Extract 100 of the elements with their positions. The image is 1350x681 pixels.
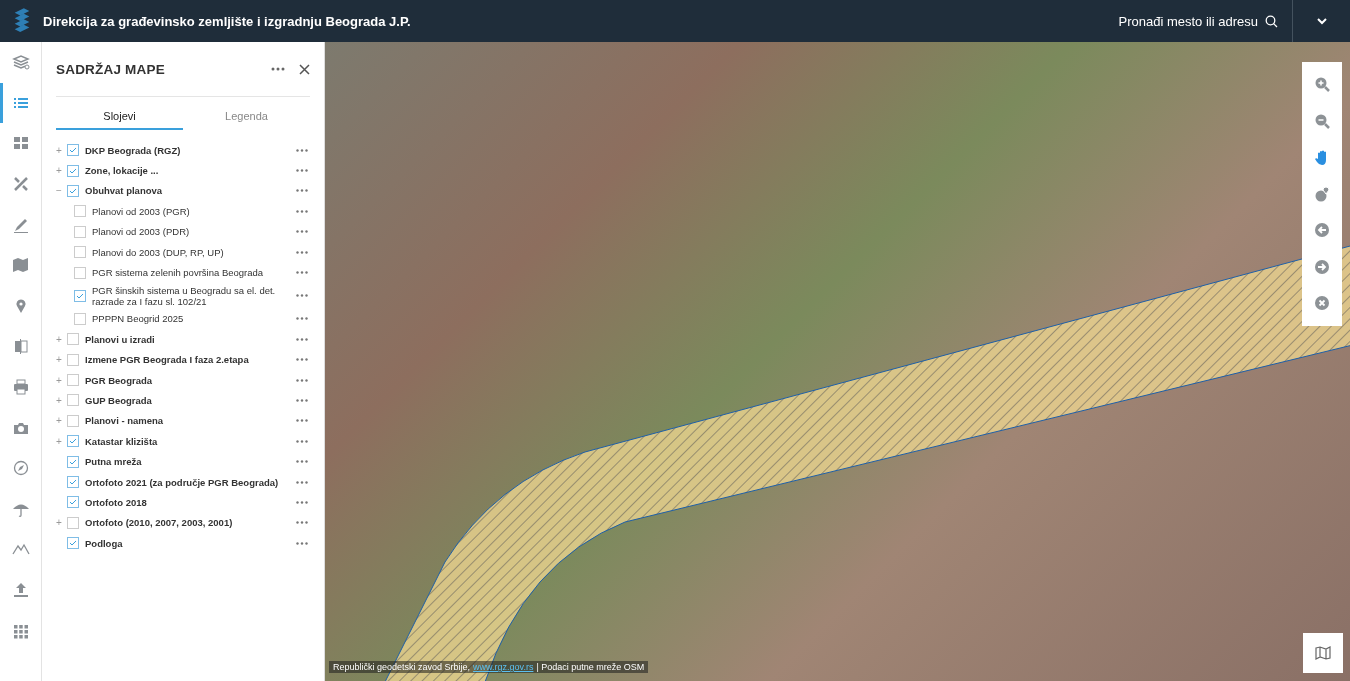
- more-options-button[interactable]: [294, 248, 310, 256]
- layer-label: Ortofoto 2021 (za područje PGR Beograda): [85, 475, 280, 490]
- layers-icon: [11, 53, 30, 72]
- layer-checkbox[interactable]: [67, 435, 79, 448]
- close-circle-icon: [1314, 295, 1330, 312]
- attribution-link[interactable]: www.rgz.gov.rs: [473, 662, 534, 672]
- more-options-button[interactable]: [294, 187, 310, 195]
- more-options-button[interactable]: [294, 315, 310, 323]
- more-options-button[interactable]: [294, 376, 310, 384]
- layer-checkbox[interactable]: [67, 516, 79, 529]
- basemap-button[interactable]: [1303, 633, 1343, 673]
- compass-icon: [11, 459, 30, 478]
- layer-label: GUP Beograda: [85, 394, 153, 408]
- map-icon: [1315, 646, 1331, 660]
- upload-icon: [11, 581, 30, 599]
- expand-toggle[interactable]: +: [56, 395, 62, 406]
- more-icon: [296, 358, 308, 362]
- expand-toggle[interactable]: +: [56, 435, 62, 447]
- more-options-button[interactable]: [294, 292, 310, 300]
- layer-label: Planovi od 2003 (PGR): [92, 204, 191, 219]
- app-title: Direkcija za građevinsko zemljište i izgradnju Beograda J.P.: [43, 13, 411, 29]
- layer-label: Planovi - namena: [85, 414, 165, 429]
- layer-checkbox[interactable]: [67, 333, 79, 346]
- zoom-out-icon: [1314, 112, 1330, 129]
- panel-tab[interactable]: Slojevi: [56, 105, 183, 130]
- expand-toggle[interactable]: +: [56, 354, 62, 366]
- more-options-button[interactable]: [294, 498, 310, 506]
- search-button[interactable]: Pronađi mesto ili adresu: [1104, 0, 1292, 42]
- more-options-button[interactable]: [294, 335, 310, 343]
- more-icon[interactable]: [271, 67, 285, 71]
- layer-checkbox[interactable]: [74, 225, 86, 238]
- panel-title: SADRŽAJ MAPE: [56, 61, 166, 77]
- more-options-button[interactable]: [294, 269, 310, 277]
- check-icon: [69, 438, 77, 445]
- more-icon: [296, 317, 308, 321]
- more-options-button[interactable]: [294, 519, 310, 527]
- layer-label: Podloga: [85, 536, 124, 551]
- layer-checkbox[interactable]: [67, 164, 79, 177]
- layer-label: Planovi u izradi: [85, 332, 156, 347]
- layer-label: Izmene PGR Beograda I faza 2.etapa: [85, 353, 250, 368]
- more-options-button[interactable]: [294, 397, 310, 404]
- attribution-text: Republički geodetski zavod Srbije,: [333, 662, 471, 672]
- more-options-button[interactable]: [294, 228, 310, 236]
- layer-label: DKP Beograda (RGZ): [85, 143, 182, 158]
- more-icon: [296, 294, 308, 298]
- more-options-button[interactable]: [294, 356, 310, 364]
- layer-checkbox[interactable]: [67, 144, 79, 157]
- layer-checkbox[interactable]: [67, 455, 79, 468]
- more-options-button[interactable]: [294, 146, 310, 154]
- layer-checkbox[interactable]: [74, 205, 86, 218]
- more-options-button[interactable]: [294, 478, 310, 486]
- search-icon: [1265, 14, 1278, 28]
- layer-label: PGR Beograda: [85, 373, 154, 388]
- more-options-button[interactable]: [294, 458, 310, 466]
- expand-toggle[interactable]: +: [56, 333, 62, 345]
- map-view[interactable]: Republički geodetski zavod Srbije, www.rgz.gov.rs | Podaci putne mreže OSM: [325, 42, 1350, 681]
- more-icon: [296, 500, 308, 504]
- layer-checkbox[interactable]: [67, 496, 79, 509]
- more-options-button[interactable]: [294, 539, 310, 547]
- more-options-button[interactable]: [294, 167, 310, 175]
- expand-toggle[interactable]: +: [56, 165, 62, 177]
- more-icon: [296, 541, 308, 545]
- check-icon: [69, 147, 77, 154]
- expand-toggle[interactable]: +: [56, 415, 62, 427]
- more-options-button[interactable]: [294, 207, 310, 215]
- chevron-down-icon: [1316, 17, 1327, 25]
- layer-checkbox[interactable]: [74, 266, 86, 279]
- expand-toggle[interactable]: +: [56, 144, 62, 156]
- layer-checkbox[interactable]: [67, 537, 79, 550]
- layer-checkbox[interactable]: [74, 312, 86, 325]
- close-icon[interactable]: [299, 63, 310, 75]
- layer-checkbox[interactable]: [74, 246, 86, 259]
- layer-checkbox[interactable]: [67, 353, 79, 366]
- layer-checkbox[interactable]: [67, 476, 79, 489]
- panel-tab[interactable]: Legenda: [183, 105, 310, 130]
- more-icon: [296, 480, 308, 484]
- more-options-button[interactable]: [294, 437, 310, 445]
- more-icon: [296, 399, 308, 402]
- check-icon: [69, 187, 77, 194]
- more-options-button[interactable]: [294, 417, 310, 425]
- layer-checkbox[interactable]: [67, 414, 79, 427]
- more-icon: [296, 439, 308, 443]
- check-icon: [69, 540, 77, 547]
- arrow-right-icon: [1314, 258, 1330, 275]
- layer-checkbox[interactable]: [67, 184, 79, 197]
- layer-checkbox[interactable]: [67, 374, 79, 387]
- check-icon: [76, 292, 84, 299]
- attribution-text: | Podaci putne mreže OSM: [536, 662, 645, 672]
- expand-toggle[interactable]: +: [56, 374, 62, 386]
- arrow-left-icon: [1314, 222, 1330, 239]
- expand-toggle[interactable]: −: [56, 185, 62, 197]
- more-icon: [296, 378, 308, 382]
- layer-label: Ortofoto (2010, 2007, 2003, 2001): [85, 516, 234, 531]
- check-icon: [69, 499, 77, 506]
- layer-label: Ortofoto 2018: [85, 495, 148, 510]
- layer-checkbox[interactable]: [74, 289, 86, 302]
- more-icon: [296, 169, 308, 173]
- expand-toggle[interactable]: +: [56, 517, 62, 529]
- layer-checkbox[interactable]: [67, 394, 79, 407]
- layer-label: Planovi od 2003 (PDR): [92, 225, 191, 240]
